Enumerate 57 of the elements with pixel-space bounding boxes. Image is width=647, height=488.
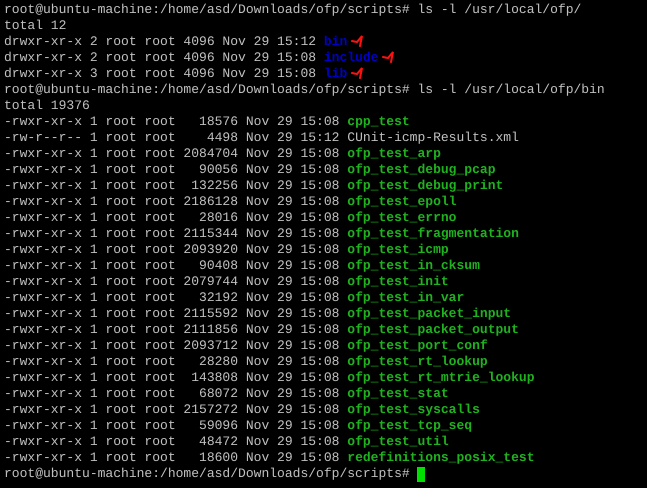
file-name: lib — [324, 66, 348, 82]
file-info: -rwxr-xr-x 1 root root 18576 Nov 29 15:08 — [4, 114, 340, 130]
file-info: -rwxr-xr-x 1 root root 2079744 Nov 29 15:08 — [4, 274, 340, 290]
command-text: ls -l /usr/local/ofp/bin — [416, 82, 605, 98]
file-name: ofp_test_syscalls — [347, 402, 480, 418]
file-info: -rwxr-xr-x 1 root root 90056 Nov 29 15:08 — [4, 162, 340, 178]
file-info: -rwxr-xr-x 1 root root 2111856 Nov 29 15:08 — [4, 322, 340, 338]
file-name: ofp_test_icmp — [347, 242, 449, 258]
file-name: CUnit-icmp-Results.xml — [347, 130, 519, 146]
file-info: -rwxr-xr-x 1 root root 68072 Nov 29 15:08 — [4, 386, 340, 402]
file-info: -rwxr-xr-x 1 root root 143808 Nov 29 15:08 — [4, 370, 340, 386]
shell-prompt: root@ubuntu-machine:/home/asd/Downloads/ofp/scripts# — [4, 82, 410, 98]
file-name: ofp_test_arp — [347, 146, 441, 162]
output-text: total 12 — [4, 18, 66, 34]
file-name: ofp_test_in_cksum — [347, 258, 480, 274]
file-name: ofp_test_fragmentation — [347, 226, 519, 242]
file-info: -rwxr-xr-x 1 root root 28016 Nov 29 15:08 — [4, 210, 340, 226]
file-name: ofp_test_packet_output — [347, 322, 519, 338]
file-name: ofp_test_errno — [347, 210, 456, 226]
file-info: -rwxr-xr-x 1 root root 2186128 Nov 29 15:08 — [4, 194, 340, 210]
file-info: -rwxr-xr-x 1 root root 2093712 Nov 29 15:08 — [4, 338, 340, 354]
file-info: -rwxr-xr-x 1 root root 59096 Nov 29 15:08 — [4, 418, 340, 434]
file-info: -rwxr-xr-x 1 root root 90408 Nov 29 15:08 — [4, 258, 340, 274]
shell-prompt: root@ubuntu-machine:/home/asd/Downloads/ofp/scripts# — [4, 466, 410, 482]
file-name: ofp_test_debug_pcap — [347, 162, 496, 178]
file-info: -rwxr-xr-x 1 root root 2093920 Nov 29 15:08 — [4, 242, 340, 258]
file-info: drwxr-xr-x 2 root root 4096 Nov 29 15:12 — [4, 34, 318, 50]
file-info: drwxr-xr-x 2 root root 4096 Nov 29 15:08 — [4, 50, 318, 66]
file-name: ofp_test_util — [347, 434, 449, 450]
file-info: -rwxr-xr-x 1 root root 2084704 Nov 29 15:08 — [4, 146, 340, 162]
file-info: -rwxr-xr-x 1 root root 2115344 Nov 29 15:08 — [4, 226, 340, 242]
file-info: -rwxr-xr-x 1 root root 2157272 Nov 29 15:08 — [4, 402, 340, 418]
file-name: cpp_test — [347, 114, 410, 130]
file-name: ofp_test_debug_print — [347, 178, 504, 194]
output-text: total 19376 — [4, 98, 90, 114]
file-name: ofp_test_port_conf — [347, 338, 488, 354]
file-info: -rwxr-xr-x 1 root root 2115592 Nov 29 15:08 — [4, 306, 340, 322]
file-name: redefinitions_posix_test — [347, 450, 534, 466]
file-info: -rwxr-xr-x 1 root root 32192 Nov 29 15:08 — [4, 290, 340, 306]
file-name: ofp_test_rt_mtrie_lookup — [347, 370, 534, 386]
file-name: ofp_test_in_var — [347, 290, 464, 306]
file-info: -rwxr-xr-x 1 root root 28280 Nov 29 15:08 — [4, 354, 340, 370]
file-name: ofp_test_stat — [347, 386, 449, 402]
file-info: drwxr-xr-x 3 root root 4096 Nov 29 15:08 — [4, 66, 318, 82]
file-name: ofp_test_init — [347, 274, 449, 290]
file-name: include — [324, 50, 378, 66]
file-name: ofp_test_packet_input — [347, 306, 512, 322]
file-info: -rw-r--r-- 1 root root 4498 Nov 29 15:12 — [4, 130, 340, 146]
file-info: -rwxr-xr-x 1 root root 18600 Nov 29 15:08 — [4, 450, 340, 466]
file-info: -rwxr-xr-x 1 root root 48472 Nov 29 15:08 — [4, 434, 340, 450]
shell-prompt: root@ubuntu-machine:/home/asd/Downloads/ofp/scripts# — [4, 2, 410, 18]
file-name: ofp_test_tcp_seq — [347, 418, 472, 434]
file-name: ofp_test_epoll — [347, 194, 456, 210]
file-name: ofp_test_rt_lookup — [347, 354, 488, 370]
file-name: bin — [324, 34, 348, 50]
file-info: -rwxr-xr-x 1 root root 132256 Nov 29 15:08 — [4, 178, 340, 194]
command-text: ls -l /usr/local/ofp/ — [416, 2, 582, 18]
